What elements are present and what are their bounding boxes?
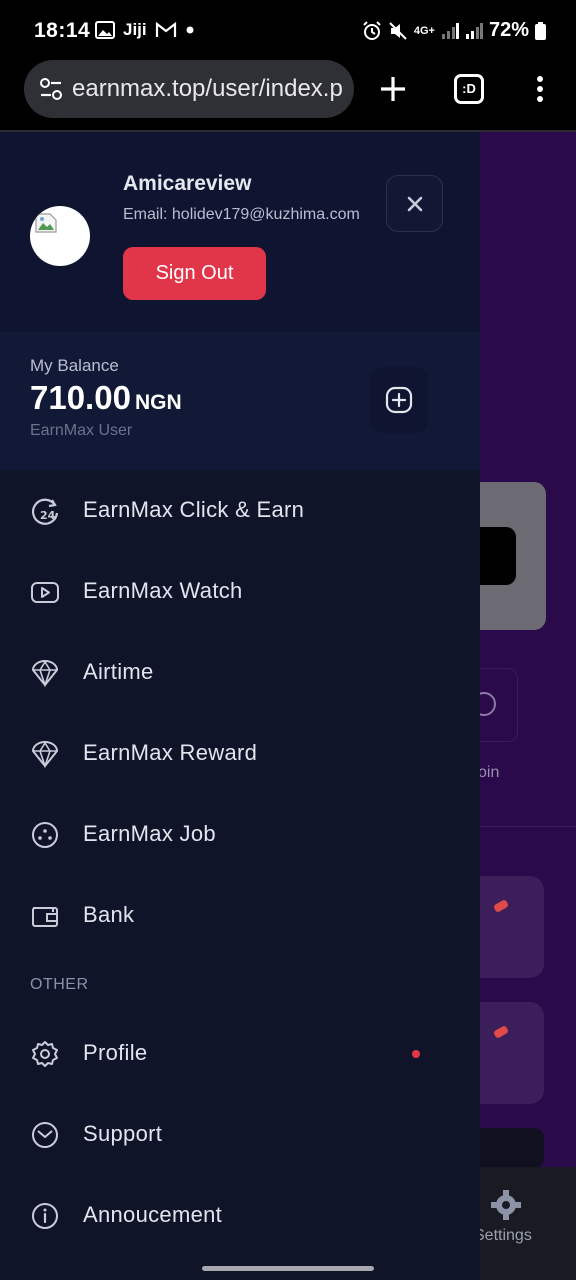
signal-icon [441,22,459,39]
battery-percent: 72% [488,19,529,41]
menu-item-profile[interactable]: Profile [0,1023,480,1083]
add-funds-button[interactable] [370,367,428,433]
close-icon [407,196,423,212]
bg-list-card [480,876,544,978]
menu-item-watch[interactable]: EarnMax Watch [0,561,480,621]
menu-label: Airtime [83,659,154,684]
battery-icon [535,21,546,40]
bg-divider [480,826,576,827]
balance-subtitle: EarnMax User [30,422,133,439]
overflow-menu-icon[interactable] [530,74,550,104]
user-email: holidev179@kuzhima.com [171,206,360,223]
bg-bottom-nav: Settings [480,1167,576,1280]
nav-drawer: Amicareview Email: holidev179@kuzhima.co… [0,132,480,1280]
gmail-icon [155,22,176,37]
plus-square-icon [385,386,413,414]
menu-label: EarnMax Reward [83,740,258,765]
menu-label: EarnMax Watch [83,578,243,603]
email-label: Email: [123,206,168,223]
sign-out-button[interactable]: Sign Out [123,247,266,300]
menu-label: EarnMax Click & Earn [83,497,305,522]
background-page: oin Settings [480,132,576,1280]
gear-icon [491,1190,521,1220]
menu-label: Profile [83,1040,148,1065]
new-tab-icon[interactable] [376,70,410,108]
menu-label: EarnMax Job [83,821,216,846]
status-bar: 18:14 Jiji 4G+ 72% [0,0,576,60]
menu-item-support[interactable]: Support [0,1104,480,1164]
profile-header: Amicareview Email: holidev179@kuzhima.co… [0,132,480,332]
dot-icon [186,26,194,34]
menu-item-airtime[interactable]: Airtime [0,642,480,702]
network-type: 4G+ [413,24,435,37]
bg-card-inner [480,527,516,585]
tab-switcher-button[interactable]: :D [454,74,484,104]
menu-item-announcement[interactable]: Annoucement [0,1185,480,1245]
status-time: 18:14 [34,19,91,42]
balance-amount-row: 710.00 NGN [30,379,182,417]
section-label-other: OTHER [30,976,89,993]
youtube-icon [31,582,59,603]
wallet-icon [32,907,58,927]
clock-24-icon: 24 [31,498,59,525]
site-settings-icon[interactable] [38,76,64,102]
broken-image-icon [35,213,57,233]
jiji-icon: Jiji [123,20,147,39]
url-bar[interactable]: earnmax.top/user/index.p [24,60,354,118]
menu-item-bank[interactable]: Bank [0,885,480,945]
info-icon [32,1203,58,1229]
svg-text:24: 24 [40,509,56,522]
balance-amount: 710.00 [30,379,131,416]
status-right-icons: 4G+ 72% [362,19,546,42]
image-icon [95,21,115,39]
alarm-icon [363,20,381,40]
gear-icon [32,1041,58,1067]
browser-toolbar: earnmax.top/user/index.p :D [0,60,576,130]
dice-icon [32,822,58,848]
user-name: Amicareview [123,172,252,195]
bg-dark-card [480,1128,544,1168]
close-drawer-button[interactable] [386,175,443,232]
bg-list-card [480,1002,544,1104]
avatar [30,206,90,266]
menu-label: Annoucement [83,1202,223,1227]
mute-icon [389,21,407,40]
diamond-icon [32,660,58,688]
bg-settings-label: Settings [480,1227,532,1244]
bg-coin-label: oin [480,764,500,781]
menu-item-job[interactable]: EarnMax Job [0,804,480,864]
user-email-row: Email: holidev179@kuzhima.com [123,206,360,224]
menu-label: Bank [83,902,135,927]
diamond-icon [32,741,58,769]
balance-currency: NGN [134,391,182,414]
url-text[interactable]: earnmax.top/user/index.p [72,75,344,103]
status-left-icons: Jiji [95,20,195,40]
menu-item-reward[interactable]: EarnMax Reward [0,723,480,783]
mail-icon [32,1122,58,1148]
signal-icon-2 [465,22,483,39]
balance-label: My Balance [30,356,119,375]
home-indicator[interactable] [202,1266,374,1271]
menu-label: Support [83,1121,163,1146]
menu-item-click-earn[interactable]: 24 EarnMax Click & Earn [0,480,480,540]
balance-card: My Balance 710.00 NGN EarnMax User [0,332,480,470]
notification-dot [412,1050,420,1058]
